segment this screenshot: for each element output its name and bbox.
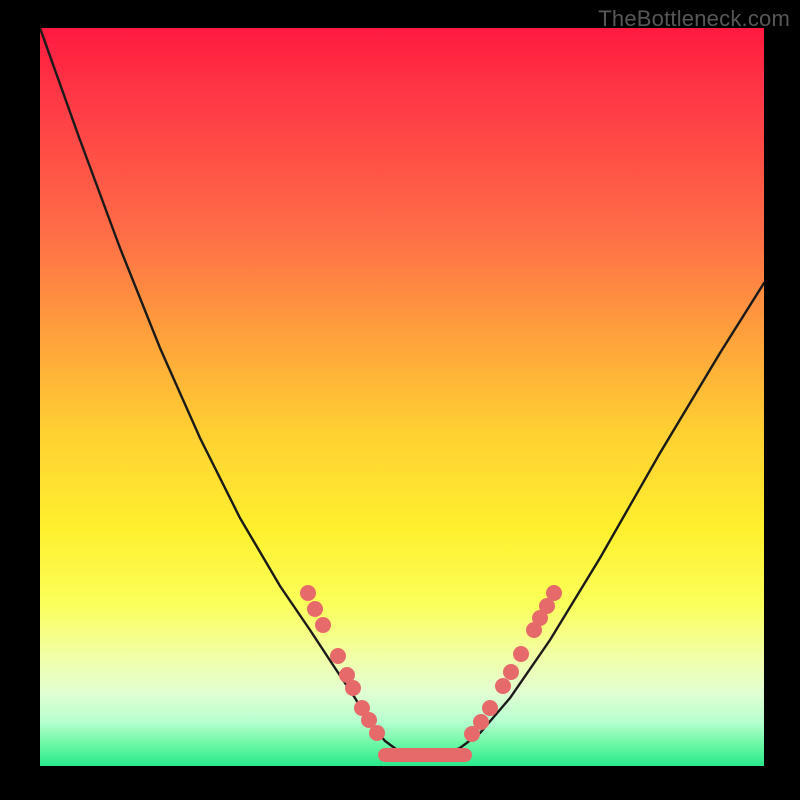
data-dot [495,678,511,694]
data-dot [330,648,346,664]
data-dot [345,680,361,696]
curve-svg [40,28,764,766]
data-dots-group [300,585,562,742]
data-dot [307,601,323,617]
data-dot [315,617,331,633]
data-dot [369,725,385,741]
data-dot [546,585,562,601]
data-dot [503,664,519,680]
data-dot [473,714,489,730]
plot-area [40,28,764,766]
chart-frame: TheBottleneck.com [0,0,800,800]
data-dot [513,646,529,662]
data-dot [482,700,498,716]
v-curve-path [40,28,764,756]
data-dot [300,585,316,601]
